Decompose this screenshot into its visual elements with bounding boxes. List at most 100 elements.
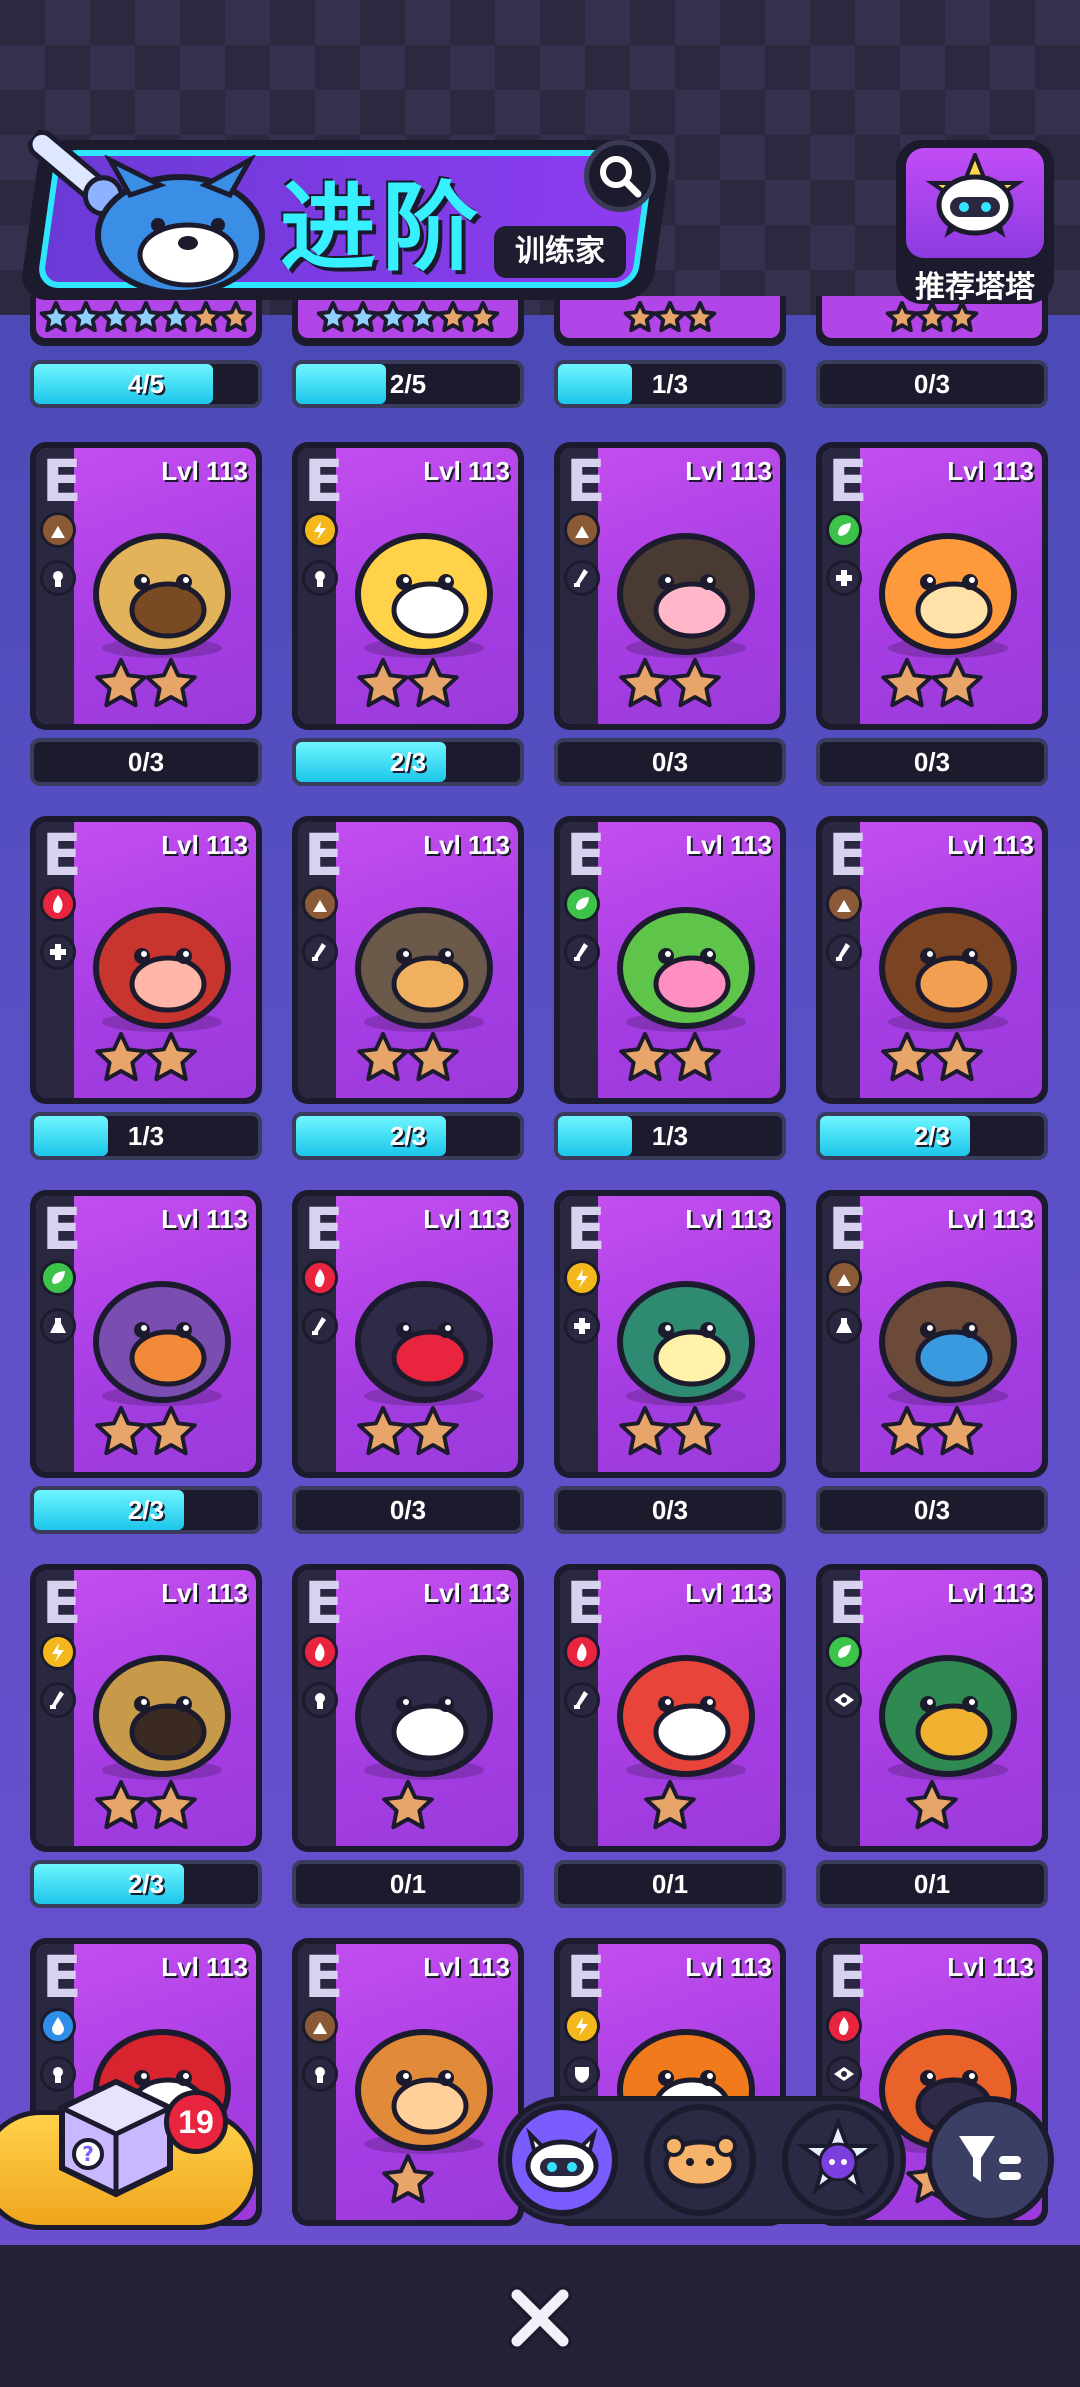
- rock-element-icon: [302, 886, 338, 922]
- level-label: Lvl 113: [947, 1578, 1034, 1608]
- lightning-element-icon: [302, 512, 338, 548]
- pet-card[interactable]: E Lvl 113: [30, 442, 262, 730]
- card-face: E Lvl 113: [560, 822, 780, 1098]
- partial-card-stars: [292, 300, 524, 340]
- pet-card[interactable]: E Lvl 113: [30, 1564, 262, 1852]
- tab-bread-pet[interactable]: [644, 2104, 756, 2216]
- beetle-pet-icon: [862, 872, 1034, 1044]
- star-rating: [560, 1405, 780, 1466]
- pet-card[interactable]: E Lvl 113: [30, 1190, 262, 1478]
- progress-bar: 0/1: [554, 1860, 786, 1908]
- level-label: Lvl 113: [423, 456, 510, 486]
- recommend-image: [906, 148, 1044, 258]
- attack-role-icon: [40, 1682, 76, 1718]
- progress-bar: 0/1: [816, 1860, 1048, 1908]
- pet-card[interactable]: E Lvl 113: [554, 1564, 786, 1852]
- pet-card[interactable]: E Lvl 113: [816, 442, 1048, 730]
- attack-role-icon: [302, 1308, 338, 1344]
- pet-card[interactable]: E Lvl 113: [816, 1564, 1048, 1852]
- lightning-element-icon: [564, 2008, 600, 2044]
- pet-card[interactable]: E Lvl 113: [292, 1938, 524, 2226]
- rock-element-icon: [40, 512, 76, 548]
- level-label: Lvl 113: [947, 456, 1034, 486]
- pet-card[interactable]: E Lvl 113: [292, 816, 524, 1104]
- progress-text: 0/3: [913, 1495, 951, 1525]
- tab-cat-robot[interactable]: [506, 2104, 618, 2216]
- progress-text: 2/3: [389, 747, 427, 777]
- progress-text: 0/3: [651, 747, 689, 777]
- progress-bar: 4/5: [30, 360, 262, 408]
- card-face: E Lvl 113: [560, 448, 780, 724]
- level-label: Lvl 113: [423, 1952, 510, 1982]
- water-element-icon: [40, 2008, 76, 2044]
- rock-element-icon: [826, 886, 862, 922]
- level-label: Lvl 113: [685, 1204, 772, 1234]
- star-rating: [298, 1779, 518, 1840]
- star-cat-icon: [796, 2118, 880, 2196]
- partial-card[interactable]: [554, 296, 786, 346]
- rock-element-icon: [302, 2008, 338, 2044]
- pet-card[interactable]: E Lvl 113: [816, 1190, 1048, 1478]
- trainer-avatar-icon: [95, 155, 265, 290]
- sort-filter-button[interactable]: [926, 2096, 1054, 2224]
- pet-card[interactable]: E Lvl 113: [292, 442, 524, 730]
- level-label: Lvl 113: [161, 456, 248, 486]
- pet-card[interactable]: E Lvl 113: [554, 442, 786, 730]
- star-rating: [36, 657, 256, 718]
- progress-bar: 2/3: [30, 1860, 262, 1908]
- progress-bar: 1/3: [554, 1112, 786, 1160]
- progress-text: 0/1: [913, 1869, 951, 1899]
- level-label: Lvl 113: [685, 456, 772, 486]
- level-label: Lvl 113: [685, 1578, 772, 1608]
- kangaroo-pet-icon: [338, 1994, 510, 2166]
- turtle-pet-icon: [76, 498, 248, 670]
- attack-role-icon: [302, 934, 338, 970]
- mystery-box-icon[interactable]: ?: [52, 2074, 180, 2202]
- close-button[interactable]: [500, 2278, 580, 2358]
- progress-text: 2/3: [127, 1869, 165, 1899]
- partial-card[interactable]: [30, 296, 262, 346]
- pet-card[interactable]: E Lvl 113: [30, 816, 262, 1104]
- fire-cat-pet-icon: [338, 1246, 510, 1418]
- fire-element-icon: [302, 1260, 338, 1296]
- card-face: E Lvl 113: [822, 1570, 1042, 1846]
- progress-bar: 1/3: [554, 360, 786, 408]
- card-face: E Lvl 113: [822, 822, 1042, 1098]
- robot-cat-icon: [925, 153, 1025, 238]
- heal-role-icon: [40, 934, 76, 970]
- partial-card[interactable]: [292, 296, 524, 346]
- pet-card[interactable]: E Lvl 113: [292, 1564, 524, 1852]
- close-icon: [508, 2286, 572, 2350]
- raccoon-pet-icon: [862, 1246, 1034, 1418]
- red-fox-pet-icon: [600, 1620, 772, 1792]
- card-face: E Lvl 113: [36, 1196, 256, 1472]
- pet-card[interactable]: E Lvl 113: [816, 816, 1048, 1104]
- level-label: Lvl 113: [423, 830, 510, 860]
- progress-text: 2/3: [389, 1121, 427, 1151]
- star-rating: [36, 1405, 256, 1466]
- page-subtitle: 训练家: [494, 226, 626, 278]
- star-rating: [298, 1031, 518, 1092]
- card-face: E Lvl 113: [36, 448, 256, 724]
- gift-count-badge: 19: [164, 2090, 228, 2154]
- star-rating: [822, 1405, 1042, 1466]
- progress-text: 0/1: [389, 1869, 427, 1899]
- fire-element-icon: [564, 1634, 600, 1670]
- pet-card[interactable]: E Lvl 113: [554, 1190, 786, 1478]
- search-button[interactable]: [584, 140, 656, 212]
- cactus-pet-icon: [600, 872, 772, 1044]
- support-role-icon: [40, 560, 76, 596]
- mole-pet-icon: [600, 498, 772, 670]
- card-face: E Lvl 113: [36, 822, 256, 1098]
- pet-card[interactable]: E Lvl 113: [554, 816, 786, 1104]
- nature-element-icon: [40, 1260, 76, 1296]
- star-rating: [822, 657, 1042, 718]
- pet-card[interactable]: E Lvl 113: [292, 1190, 524, 1478]
- lightning-element-icon: [564, 1260, 600, 1296]
- attack-role-icon: [564, 1682, 600, 1718]
- progress-text: 2/3: [913, 1121, 951, 1151]
- progress-text: 1/3: [127, 1121, 165, 1151]
- tab-star-cat[interactable]: [782, 2104, 894, 2216]
- progress-text: 2/5: [389, 369, 427, 399]
- orb-bird-pet-icon: [600, 1246, 772, 1418]
